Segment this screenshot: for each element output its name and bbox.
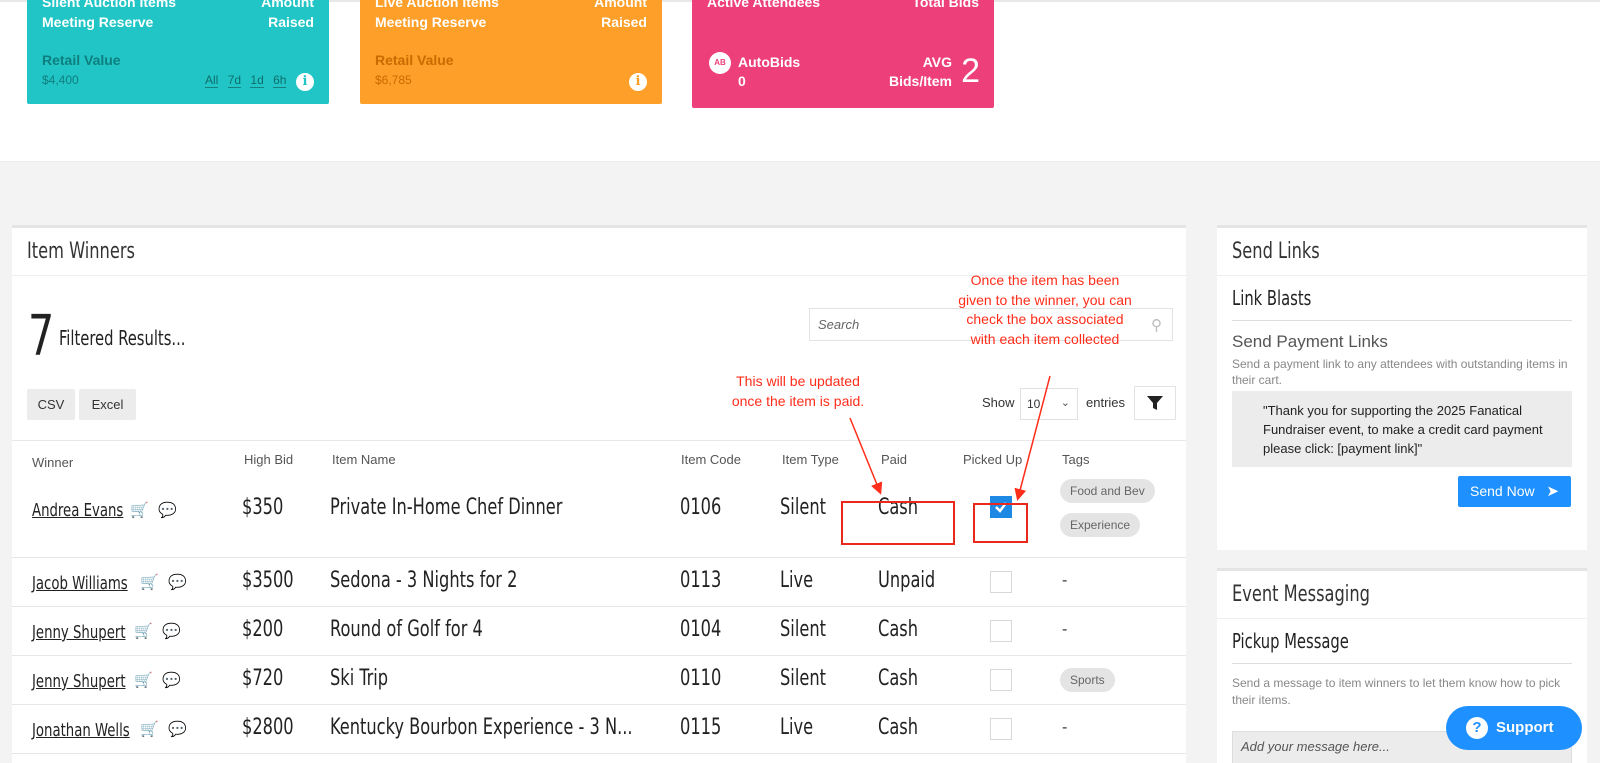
paid-arrow (849, 417, 883, 495)
annotation-arrows (849, 375, 1051, 501)
picked-up-arrow (1014, 375, 1051, 501)
